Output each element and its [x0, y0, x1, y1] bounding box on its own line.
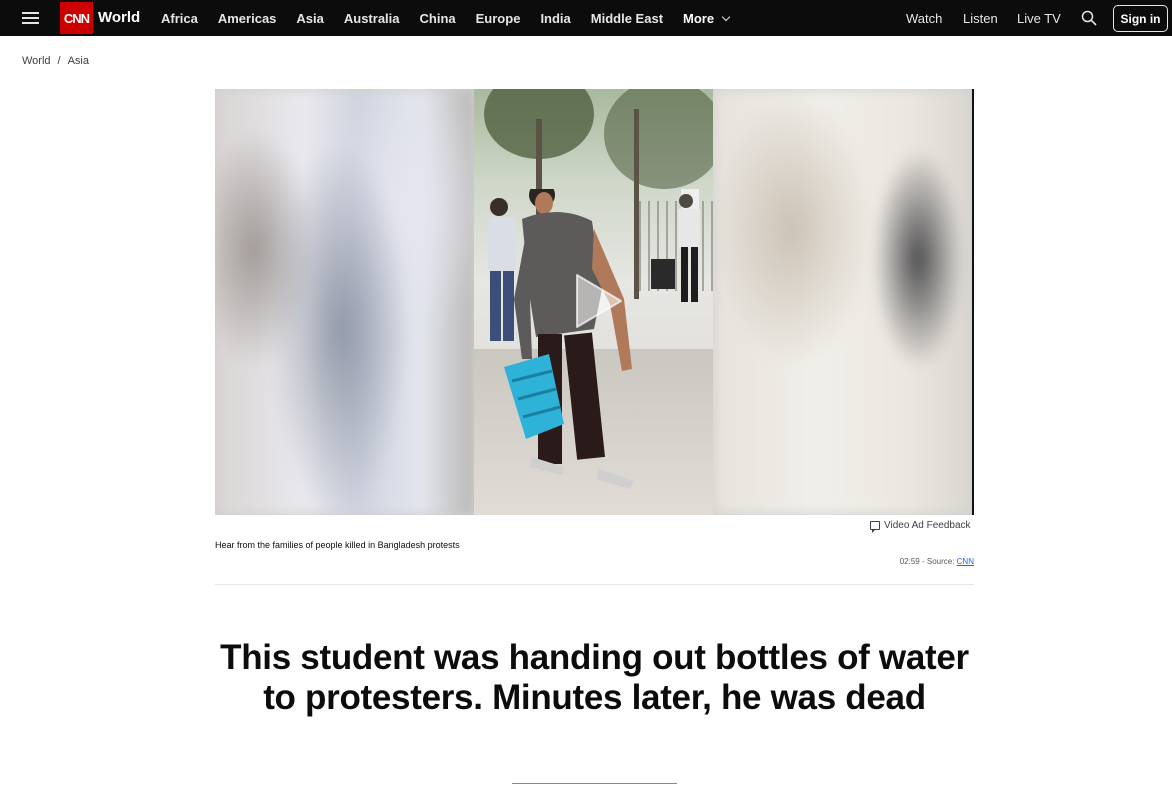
cnn-logo[interactable]: CNN [60, 2, 93, 34]
video-blurred-backdrop-left [215, 89, 474, 515]
breadcrumb-separator: / [57, 55, 61, 67]
live-tv-link[interactable]: Live TV [1017, 11, 1061, 26]
video-player[interactable] [215, 89, 974, 515]
ad-feedback-label: Video Ad Feedback [884, 520, 971, 531]
video-caption: Hear from the families of people killed … [215, 540, 460, 550]
article-headline: This student was handing out bottles of … [220, 638, 969, 717]
section-title[interactable]: World [98, 9, 140, 26]
nav-link-europe[interactable]: Europe [476, 11, 521, 26]
breadcrumb: World / Asia [22, 55, 89, 67]
nav-link-africa[interactable]: Africa [161, 11, 198, 26]
nav-link-australia[interactable]: Australia [344, 11, 400, 26]
more-label: More [683, 10, 715, 26]
video-blurred-backdrop-right [713, 89, 972, 515]
hamburger-menu-icon[interactable] [22, 11, 39, 25]
video-duration: 02:59 [899, 557, 920, 566]
search-icon[interactable] [1081, 10, 1097, 26]
feedback-icon [870, 521, 880, 533]
divider [215, 584, 974, 585]
nav-link-americas[interactable]: Americas [218, 11, 277, 26]
more-menu-button[interactable]: More [683, 10, 731, 26]
section-nav-links: Africa Americas Asia Australia China Eur… [161, 0, 749, 36]
listen-link[interactable]: Listen [963, 11, 998, 26]
nav-link-middle-east[interactable]: Middle East [591, 11, 663, 26]
source-prefix: - Source: [919, 557, 957, 566]
play-icon[interactable] [563, 269, 627, 333]
breadcrumb-asia[interactable]: Asia [68, 55, 89, 67]
headline-rule [512, 783, 677, 784]
nav-link-asia[interactable]: Asia [296, 11, 323, 26]
nav-link-india[interactable]: India [540, 11, 570, 26]
watch-link[interactable]: Watch [906, 11, 942, 26]
nav-link-china[interactable]: China [420, 11, 456, 26]
video-meta: 02:59 - Source: CNN [900, 557, 974, 566]
breadcrumb-world[interactable]: World [22, 55, 51, 67]
video-ad-feedback-link[interactable]: Video Ad Feedback [870, 520, 971, 533]
sign-in-button[interactable]: Sign in [1113, 5, 1168, 32]
video-source-link[interactable]: CNN [957, 557, 974, 566]
top-navigation: CNN World Africa Americas Asia Australia… [0, 0, 1172, 36]
chevron-down-icon [721, 12, 731, 21]
